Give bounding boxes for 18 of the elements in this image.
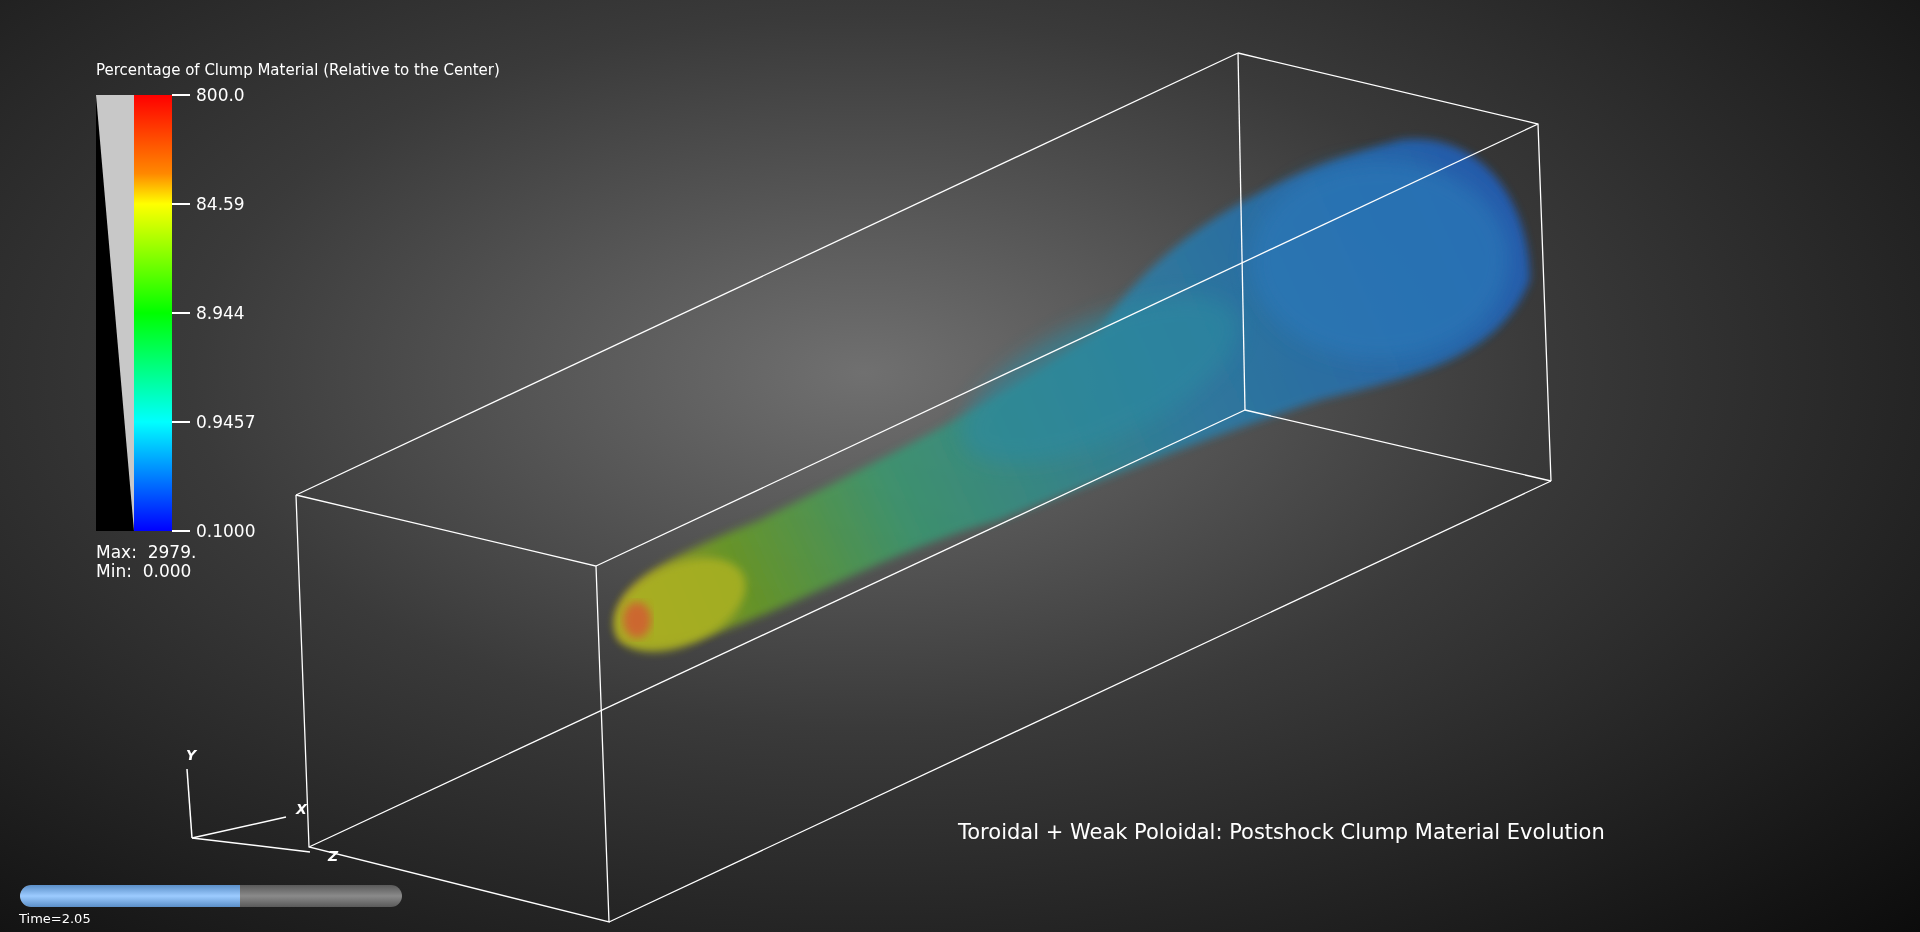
axis-label: X <box>296 800 307 819</box>
tick-mark <box>172 530 190 532</box>
tick-mark <box>172 203 190 205</box>
colorbar-tick-label: 800.0 <box>196 85 245 105</box>
tick-mark <box>172 312 190 314</box>
colorbar-tick-label: 0.9457 <box>196 412 256 432</box>
max-value: Max: 2979. <box>96 542 197 562</box>
time-slider-track[interactable] <box>20 885 402 907</box>
colorbar-title: Percentage of Clump Material (Relative to the Center) <box>96 60 500 81</box>
colorbar-tick-label: 84.59 <box>196 194 245 214</box>
colorbar-tick-label: 0.1000 <box>196 521 256 541</box>
axis-label: Y <box>186 746 197 765</box>
tick-mark <box>172 421 190 423</box>
min-value: Min: 0.000 <box>96 561 192 581</box>
colorbar-tick-label: 8.944 <box>196 303 245 323</box>
time-label: Time=2.05 <box>19 910 91 928</box>
plot-title: Toroidal + Weak Poloidal: Postshock Clump Material Evolution <box>958 819 1605 846</box>
tick-mark <box>172 94 190 96</box>
